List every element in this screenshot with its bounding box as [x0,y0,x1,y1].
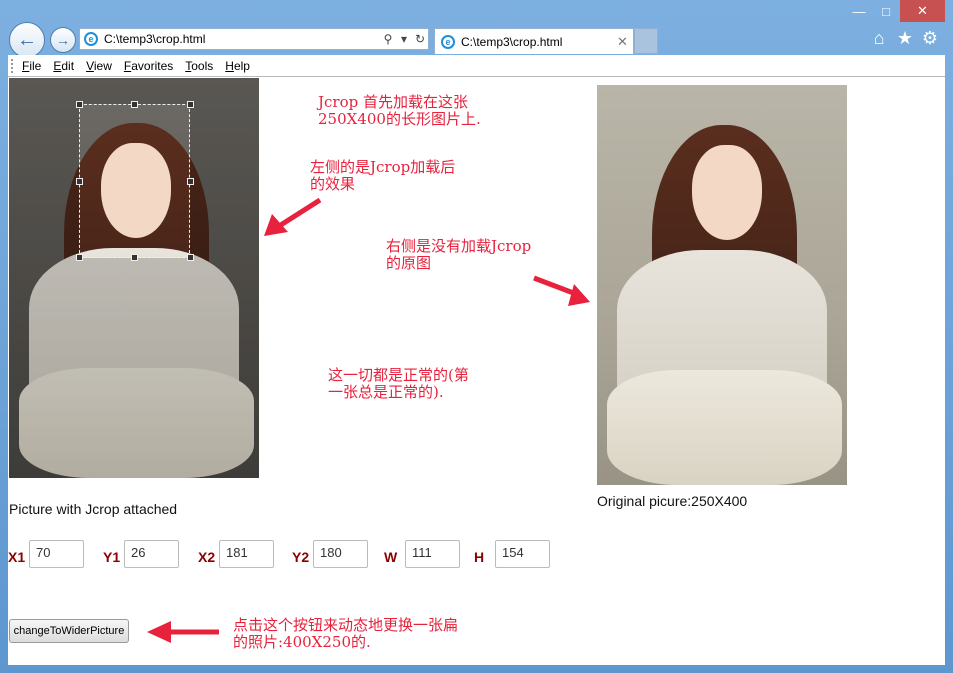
change-to-wider-picture-button[interactable]: changeToWiderPicture [9,619,129,643]
tab-title: C:\temp3\crop.html [461,34,563,49]
search-icon[interactable]: ⚲ [380,32,396,46]
crop-handle-w[interactable] [76,178,83,185]
x2-label: X2 [198,549,216,565]
menu-favorites[interactable]: Favorites [124,59,173,73]
y2-input[interactable]: 180 [313,540,368,568]
note-left-effect: 左侧的是Jcrop加载后 的效果 [310,158,456,193]
crop-handle-se[interactable] [187,254,194,261]
crop-selection[interactable] [79,104,190,258]
crop-handle-nw[interactable] [76,101,83,108]
address-text[interactable]: C:\temp3\crop.html [104,32,380,46]
note-all-normal: 这一切都是正常的(第 一张总是正常的). [328,366,469,401]
refresh-icon[interactable]: ↻ [412,32,428,46]
settings-gear-icon[interactable]: ⚙ [919,28,941,49]
w-group: W 111 [384,539,460,569]
w-label: W [384,549,398,565]
note-button-hint: 点击这个按钮来动态地更换一张扁 的照片:400X250的. [233,616,459,651]
address-bar[interactable]: e C:\temp3\crop.html ⚲ ▾ ↻ [79,28,429,50]
arrow-left-button-icon [147,621,219,643]
menu-grip [11,58,16,73]
new-tab-button[interactable] [634,28,658,54]
jcrop-photo[interactable] [9,78,259,478]
menu-file[interactable]: File [22,59,41,73]
favorites-star-icon[interactable]: ★ [894,28,916,49]
forward-button[interactable]: → [50,27,76,53]
page-content: Jcrop 首先加载在这张 250X400的长形图片上. 左侧的是Jcrop加载… [8,77,945,665]
y2-group: Y2 180 [292,539,368,569]
x2-input[interactable]: 181 [219,540,274,568]
crop-handle-n[interactable] [131,101,138,108]
tab-close-icon[interactable]: ✕ [617,34,633,50]
ie-page-icon: e [84,32,98,46]
menu-view[interactable]: View [86,59,112,73]
menu-edit[interactable]: Edit [53,59,74,73]
x1-label: X1 [8,549,26,565]
minimize-button[interactable]: — [846,0,872,22]
y1-label: Y1 [103,549,121,565]
browser-tab[interactable]: e C:\temp3\crop.html ✕ [434,28,634,54]
maximize-button[interactable]: □ [872,0,900,22]
chevron-down-icon[interactable]: ▾ [396,32,412,46]
crop-handle-sw[interactable] [76,254,83,261]
ie-tab-icon: e [441,34,455,49]
back-button[interactable]: ← [9,22,45,58]
h-label: H [474,549,485,565]
h-group: H 154 [474,539,550,569]
note-jcrop-first: Jcrop 首先加载在这张 250X400的长形图片上. [318,93,481,128]
menu-help[interactable]: Help [225,59,250,73]
original-photo [597,85,847,485]
arrow-left-icon [264,197,322,236]
original-caption: Original picure:250X400 [597,493,748,509]
y1-group: Y1 26 [103,539,179,569]
note-right-original: 右侧是没有加载Jcrop 的原图 [386,237,532,272]
jcrop-caption: Picture with Jcrop attached [9,501,178,517]
w-input[interactable]: 111 [405,540,460,568]
close-window-button[interactable]: ✕ [900,0,945,22]
crop-handle-s[interactable] [131,254,138,261]
y2-label: Y2 [292,549,310,565]
x1-input[interactable]: 70 [29,540,84,568]
browser-window: — □ ✕ ← → e C:\temp3\crop.html ⚲ ▾ ↻ e C… [0,0,953,673]
menu-bar: File Edit View Favorites Tools Help [8,55,945,77]
back-arrow-icon: ← [17,28,37,51]
crop-handle-ne[interactable] [187,101,194,108]
crop-handle-e[interactable] [187,178,194,185]
x2-group: X2 181 [198,539,274,569]
arrow-right-icon [533,275,590,306]
y1-input[interactable]: 26 [124,540,179,568]
x1-group: X1 70 [8,539,84,569]
home-icon[interactable]: ⌂ [868,28,890,49]
forward-arrow-icon: → [56,32,70,48]
h-input[interactable]: 154 [495,540,550,568]
menu-tools[interactable]: Tools [185,59,213,73]
